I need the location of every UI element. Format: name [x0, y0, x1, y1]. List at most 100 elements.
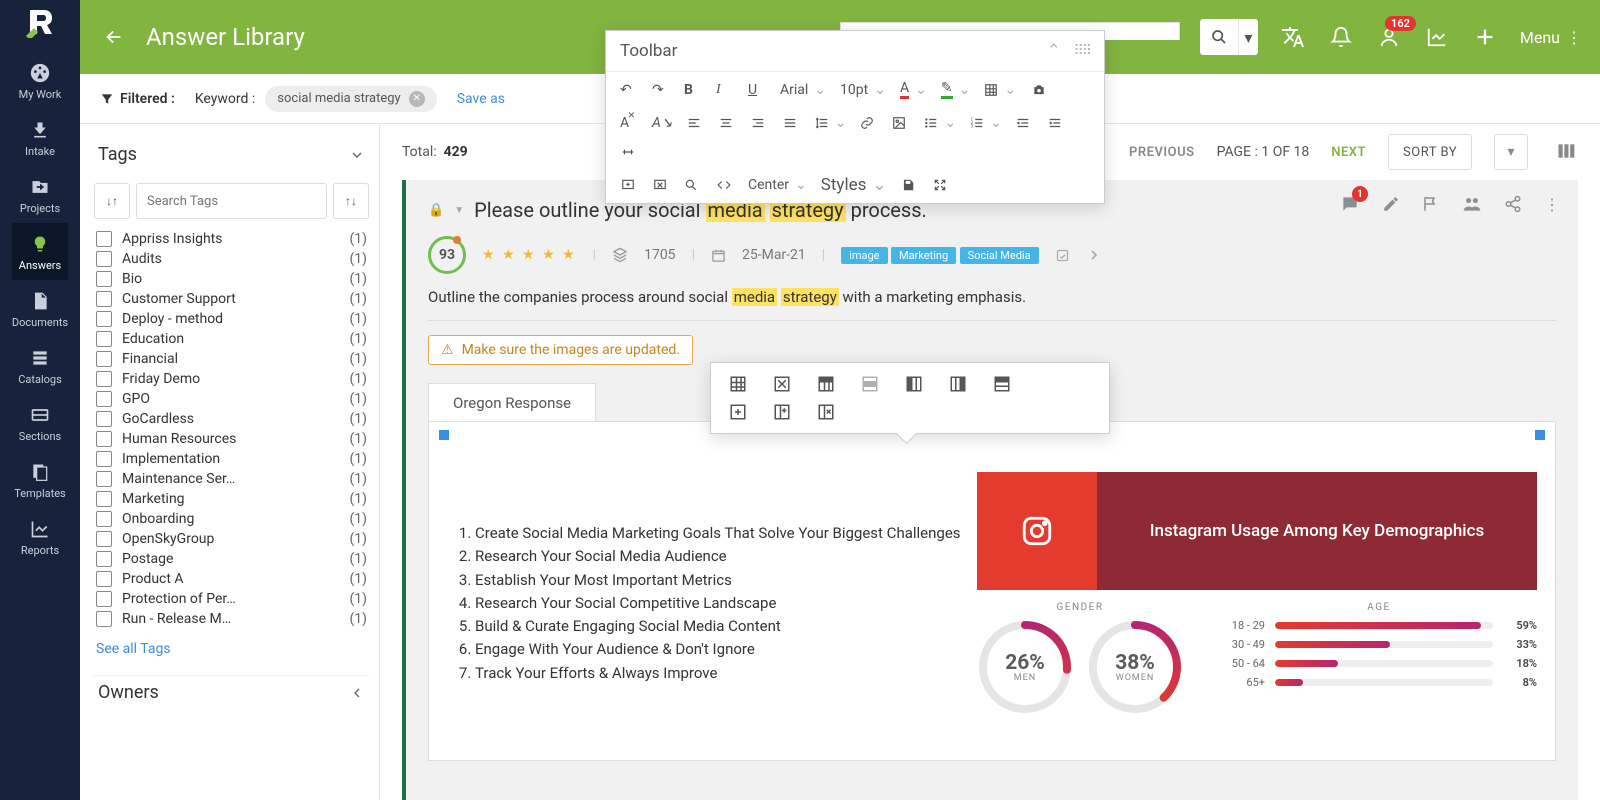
flag-icon[interactable]	[1422, 195, 1440, 213]
edit-tags-icon[interactable]	[1055, 248, 1070, 263]
checkbox[interactable]	[96, 451, 112, 467]
find-icon[interactable]	[684, 178, 702, 192]
remove-comment-icon[interactable]	[652, 178, 670, 192]
next-page[interactable]: NEXT	[1331, 145, 1366, 160]
comments-icon[interactable]: 1	[1340, 194, 1360, 214]
owners-section-header[interactable]: Owners	[94, 675, 369, 709]
checkbox[interactable]	[96, 271, 112, 287]
translate-icon[interactable]	[1280, 24, 1306, 50]
share-icon[interactable]	[1504, 195, 1522, 213]
checkbox[interactable]	[96, 591, 112, 607]
link-icon[interactable]	[860, 116, 878, 130]
checkbox[interactable]	[96, 491, 112, 507]
checkbox[interactable]	[96, 551, 112, 567]
table-delete-icon[interactable]	[773, 375, 791, 393]
nav-catalogs[interactable]: Catalogs	[12, 337, 68, 394]
checkbox[interactable]	[96, 571, 112, 587]
save-icon[interactable]	[901, 178, 919, 192]
editor-area[interactable]: Create Social Media Marketing Goals That…	[428, 421, 1556, 761]
bold-icon[interactable]: B	[684, 82, 702, 98]
checkbox[interactable]	[96, 391, 112, 407]
code-icon[interactable]	[716, 178, 734, 192]
search-dropdown[interactable]: ▾	[1238, 19, 1258, 55]
prev-page[interactable]: PREVIOUS	[1129, 145, 1195, 160]
align-right-icon[interactable]	[751, 116, 769, 130]
selection-handle-right[interactable]	[1535, 430, 1545, 440]
text-color[interactable]: A ⌄	[900, 80, 927, 99]
edit-icon[interactable]	[1382, 195, 1400, 213]
columns-icon[interactable]	[1556, 141, 1578, 163]
format-painter-icon[interactable]: A↘	[652, 115, 673, 131]
underline-icon[interactable]: U	[748, 82, 766, 98]
tag-row[interactable]: Financial(1)	[94, 349, 369, 369]
tag-row[interactable]: Onboarding(1)	[94, 509, 369, 529]
redo-icon[interactable]: ↷	[652, 82, 670, 98]
table-col-after-icon[interactable]	[949, 375, 967, 393]
table-insert-icon[interactable]	[729, 375, 747, 393]
italic-icon[interactable]: I	[716, 82, 734, 98]
nav-documents[interactable]: Documents	[12, 280, 68, 337]
table-menu[interactable]: ⌄	[984, 82, 1016, 98]
collapse-icon[interactable]: ⌃	[1047, 41, 1061, 61]
tag-row[interactable]: OpenSkyGroup(1)	[94, 529, 369, 549]
hr-icon[interactable]	[620, 145, 638, 159]
table-row-before-icon[interactable]	[993, 375, 1011, 393]
star-rating[interactable]: ★ ★ ★ ★ ★	[482, 247, 577, 263]
user-icon[interactable]: 162	[1376, 24, 1402, 50]
table-row-icon[interactable]	[861, 375, 879, 393]
back-button[interactable]	[100, 23, 128, 51]
analytics-icon[interactable]	[1424, 24, 1450, 50]
tag-row[interactable]: GoCardless(1)	[94, 409, 369, 429]
clear-format-icon[interactable]: A✕	[620, 115, 638, 131]
align-left-icon[interactable]	[687, 116, 705, 130]
tag-row[interactable]: Marketing(1)	[94, 489, 369, 509]
checkbox[interactable]	[96, 511, 112, 527]
floating-toolbar[interactable]: Toolbar⌃ ⠿⠿ ↶ ↷ B I U Arial ⌄ 10pt ⌄ A ⌄…	[605, 30, 1105, 204]
table-del-col-icon[interactable]	[817, 403, 835, 421]
line-height[interactable]: ⌄	[815, 115, 847, 131]
font-select[interactable]: Arial ⌄	[780, 82, 826, 98]
bell-icon[interactable]	[1328, 24, 1354, 50]
size-select[interactable]: 10pt ⌄	[840, 82, 886, 98]
tag-row[interactable]: Postage(1)	[94, 549, 369, 569]
tag-pill[interactable]: Social Media	[960, 247, 1039, 264]
table-add-row-icon[interactable]	[729, 403, 747, 421]
table-col-before-icon[interactable]	[905, 375, 923, 393]
tag-row[interactable]: Audits(1)	[94, 249, 369, 269]
nav-answers[interactable]: Answers	[12, 223, 68, 280]
tags-section-header[interactable]: Tags	[94, 138, 369, 171]
selection-handle-left[interactable]	[439, 430, 449, 440]
tag-pill[interactable]: Marketing	[891, 247, 956, 264]
align-justify-icon[interactable]	[783, 116, 801, 130]
indent-icon[interactable]	[1048, 116, 1066, 130]
center-select[interactable]: Center ⌄	[748, 177, 807, 193]
image-icon[interactable]	[892, 116, 910, 130]
insert-comment-icon[interactable]	[620, 178, 638, 192]
checkbox[interactable]	[96, 251, 112, 267]
undo-icon[interactable]: ↶	[620, 82, 638, 98]
nav-my-work[interactable]: My Work	[12, 52, 68, 109]
tag-row[interactable]: Maintenance Ser…(1)	[94, 469, 369, 489]
save-as-link[interactable]: Save as	[457, 91, 505, 107]
checkbox[interactable]	[96, 471, 112, 487]
collab-icon[interactable]	[1462, 194, 1482, 214]
tag-row[interactable]: GPO(1)	[94, 389, 369, 409]
checkbox[interactable]	[96, 611, 112, 627]
tag-row[interactable]: Customer Support(1)	[94, 289, 369, 309]
drag-grip-icon[interactable]: ⠿⠿	[1073, 43, 1090, 59]
nav-sections[interactable]: Sections	[12, 394, 68, 451]
tag-row[interactable]: Bio(1)	[94, 269, 369, 289]
menu-button[interactable]: Menu ⋮	[1520, 28, 1582, 47]
checkbox[interactable]	[96, 351, 112, 367]
tag-row[interactable]: Human Resources(1)	[94, 429, 369, 449]
sort-tags-asc[interactable]: ↓↑	[94, 183, 130, 219]
checkbox[interactable]	[96, 311, 112, 327]
remove-keyword[interactable]: ✕	[409, 91, 425, 107]
tag-row[interactable]: Friday Demo(1)	[94, 369, 369, 389]
nav-reports[interactable]: Reports	[12, 508, 68, 565]
checkbox[interactable]	[96, 231, 112, 247]
sort-dropdown[interactable]: ▾	[1494, 134, 1528, 170]
outdent-icon[interactable]	[1016, 116, 1034, 130]
sort-by-button[interactable]: SORT BY	[1388, 134, 1472, 170]
tag-row[interactable]: Education(1)	[94, 329, 369, 349]
